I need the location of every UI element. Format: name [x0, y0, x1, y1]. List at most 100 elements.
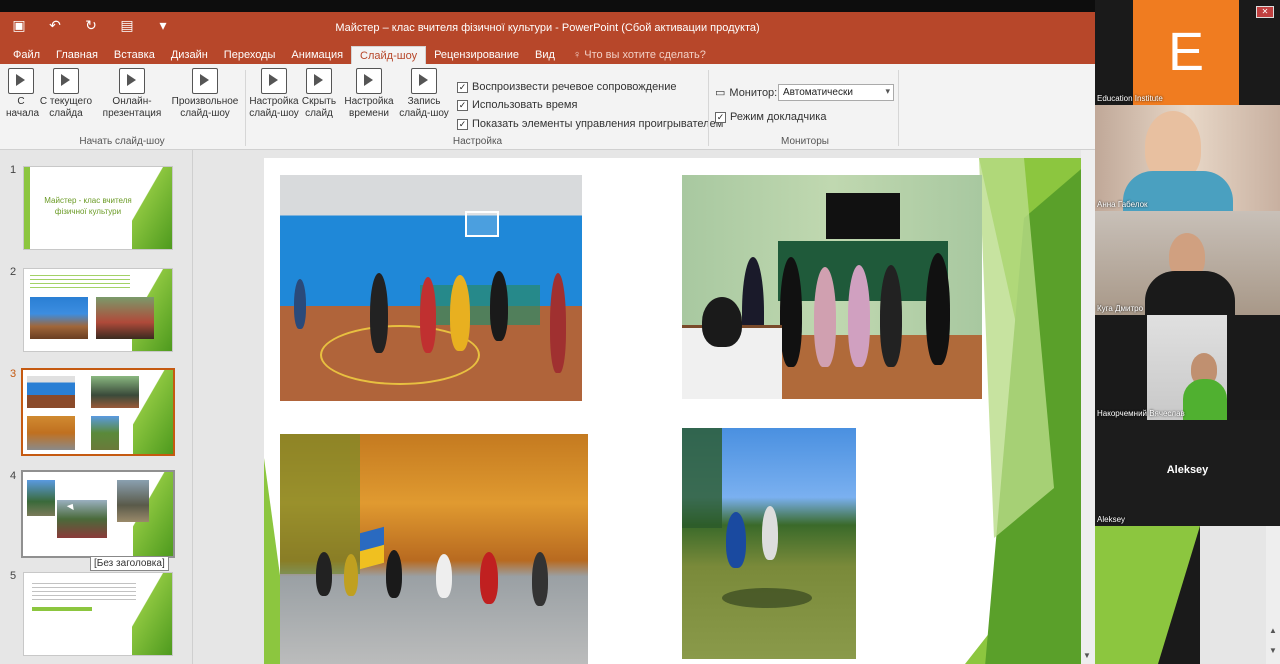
scroll-up-icon[interactable]: ▲	[1269, 626, 1277, 635]
person-figure	[926, 253, 950, 365]
participant-label: Aleksey	[1166, 464, 1209, 476]
check-icon: ✓	[715, 111, 726, 123]
slide-editor: ▼	[194, 150, 1095, 664]
custom-show-button[interactable]: Произвольное слайд-шоу	[168, 68, 242, 120]
video-participants-panel: E Education Institute ✕ Анна Габелок Куг…	[1095, 0, 1280, 664]
person-figure	[726, 512, 746, 568]
tab-insert[interactable]: Вставка	[106, 46, 163, 64]
monitor-select[interactable]: Автоматически	[778, 84, 894, 101]
person-figure	[814, 267, 836, 367]
person-figure	[316, 552, 332, 596]
photo-gym-football[interactable]	[280, 175, 582, 401]
slide-thumb-3-selected[interactable]	[21, 368, 175, 456]
slide-green-decoration	[1095, 526, 1200, 664]
thumb-number: 1	[10, 164, 17, 176]
text-lines-placeholder	[32, 583, 136, 601]
tab-transitions[interactable]: Переходы	[216, 46, 284, 64]
tab-animation[interactable]: Анимация	[283, 46, 351, 64]
scroll-down-icon[interactable]: ▼	[1083, 651, 1091, 660]
person-figure	[420, 277, 436, 353]
tab-slideshow[interactable]: Слайд-шоу	[351, 46, 427, 64]
vertical-scrollbar[interactable]: ▼	[1081, 150, 1095, 664]
check-icon: ✓	[457, 118, 468, 130]
thumb-number: 3	[10, 368, 17, 380]
participant-name: Aleksey	[1097, 515, 1126, 524]
slide-photo	[117, 480, 149, 522]
record-icon	[411, 68, 437, 94]
tab-file[interactable]: Файл	[5, 46, 48, 64]
photo-autumn-walk[interactable]	[280, 434, 588, 664]
tab-home[interactable]: Главная	[48, 46, 106, 64]
hide-slide-icon	[306, 68, 332, 94]
person-figure	[294, 279, 306, 329]
slide-decoration	[24, 167, 30, 249]
tab-design[interactable]: Дизайн	[163, 46, 216, 64]
participant-tile-nakorchemnyi[interactable]: Накорчемний Вячеслав	[1095, 315, 1280, 420]
current-slide[interactable]	[264, 158, 1094, 664]
title-bar: ▣ ↶ ↻ ▤ ▾ Майстер – клас вчителя фізично…	[0, 12, 1095, 44]
setup-icon	[261, 68, 287, 94]
slide-photo	[30, 297, 88, 339]
slide-decoration	[132, 167, 172, 249]
text-lines-placeholder	[32, 607, 136, 611]
thumb-number: 5	[10, 570, 17, 582]
globe-icon	[119, 68, 145, 94]
from-current-button[interactable]: С текущего слайда	[38, 68, 94, 120]
scroll-down-icon[interactable]: ▼	[1269, 646, 1277, 655]
slide-photo	[27, 480, 55, 516]
person-body	[1145, 271, 1235, 315]
separator	[708, 70, 709, 146]
slide-thumb-1[interactable]: Майстер - клас вчителя фізичної культури	[23, 166, 173, 250]
thumbnail-tooltip: [Без заголовка]	[90, 556, 169, 571]
setup-show-button[interactable]: Настройка слайд-шоу	[248, 68, 300, 120]
person-figure	[780, 257, 802, 367]
online-presentation-button[interactable]: Онлайн- презентация	[98, 68, 166, 120]
lightbulb-icon: ♀	[572, 49, 585, 61]
record-show-button[interactable]: Запись слайд-шоу	[396, 68, 452, 120]
separator	[898, 70, 899, 146]
check-icon: ✓	[457, 81, 468, 93]
window-title: Майстер – клас вчителя фізичної культури…	[335, 22, 760, 34]
narration-checkbox[interactable]: ✓ Воспроизвести речевое сопровождение	[457, 81, 677, 93]
participant-tile-education-institute[interactable]: E Education Institute ✕	[1095, 0, 1280, 105]
tab-review[interactable]: Рецензирование	[426, 46, 527, 64]
person-figure	[880, 265, 902, 367]
from-start-button[interactable]: С начала	[6, 68, 39, 120]
group-label-setup: Настройка	[452, 136, 503, 147]
tab-view[interactable]: Вид	[527, 46, 563, 64]
group-label-monitors: Мониторы	[781, 136, 829, 147]
photo-classroom-students[interactable]	[682, 175, 982, 399]
shadow	[722, 588, 812, 608]
slide-photo	[27, 416, 75, 450]
participant-name: Куга Дмитро	[1097, 304, 1144, 313]
hide-slide-button[interactable]: Скрыть слайд	[300, 68, 338, 120]
slide-thumb-2[interactable]	[23, 268, 173, 352]
tree	[682, 428, 722, 528]
separator	[245, 70, 246, 146]
slide-decoration	[133, 370, 173, 454]
close-icon[interactable]: ✕	[1256, 6, 1274, 18]
person-figure	[702, 297, 742, 347]
person-figure	[386, 550, 402, 598]
avatar: E	[1133, 0, 1239, 105]
slide-decoration	[132, 573, 172, 655]
slide-thumbnails-panel: 1 Майстер - клас вчителя фізичної культу…	[0, 150, 193, 664]
powerpoint-window: ▣ ↶ ↻ ▤ ▾ Майстер – клас вчителя фізично…	[0, 12, 1095, 664]
person-figure	[490, 271, 508, 341]
photo-running-field[interactable]	[682, 428, 856, 659]
slide-1-title: Майстер - клас вчителя фізичної культури	[44, 196, 132, 216]
participant-tile-anna[interactable]: Анна Габелок	[1095, 105, 1280, 211]
slide-thumb-4[interactable]	[21, 470, 175, 558]
participant-tile-kuga[interactable]: Куга Дмитро	[1095, 211, 1280, 315]
person-figure	[532, 552, 548, 606]
slide-thumb-5[interactable]	[23, 572, 173, 656]
media-controls-checkbox[interactable]: ✓ Показать элементы управления проигрыват…	[457, 118, 723, 130]
timings-checkbox[interactable]: ✓ Использовать время	[457, 99, 577, 111]
person-figure	[848, 265, 870, 367]
tell-me-search[interactable]: ♀ Что вы хотите сделать?	[563, 46, 716, 64]
vertical-scrollbar-end[interactable]: ▲ ▼	[1266, 526, 1280, 664]
rehearse-timings-button[interactable]: Настройка времени	[342, 68, 396, 120]
participant-name: Education Institute	[1097, 94, 1163, 103]
participant-tile-aleksey[interactable]: Aleksey Aleksey	[1095, 420, 1280, 526]
presenter-view-checkbox[interactable]: ✓ Режим докладчика	[715, 111, 826, 123]
